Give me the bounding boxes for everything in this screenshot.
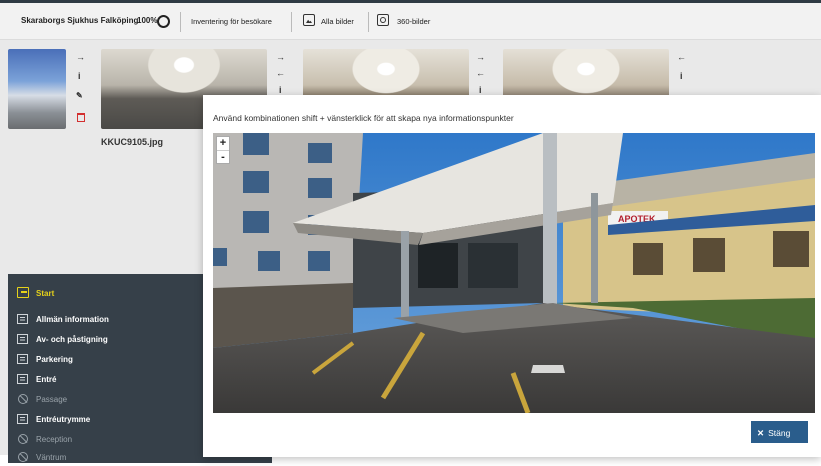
document-icon: [17, 414, 28, 424]
all-images-link[interactable]: Alla bilder: [321, 17, 354, 26]
zoom-control: + -: [216, 136, 230, 164]
sidebar-item-label: Av- och påstigning: [36, 335, 108, 344]
sidebar-item-vantrum[interactable]: Väntrum: [8, 450, 203, 466]
divider: [291, 12, 292, 32]
info-icon[interactable]: i: [479, 85, 482, 95]
arrow-right-icon[interactable]: →: [276, 52, 285, 62]
thumbnail-image[interactable]: [8, 49, 66, 129]
sidebar-item-label: Passage: [36, 395, 68, 404]
divider: [368, 12, 369, 32]
sidebar-item-reception[interactable]: Reception: [8, 432, 203, 448]
arrow-left-icon[interactable]: ←: [276, 68, 285, 78]
sidebar-item-label: Parkering: [36, 355, 73, 364]
sidebar-item-label: Allmän information: [36, 315, 109, 324]
document-icon: [17, 354, 28, 364]
panorama-icon: [377, 14, 389, 26]
zoom-in-button[interactable]: +: [217, 137, 229, 151]
360-images-link[interactable]: 360-bilder: [397, 17, 430, 26]
sidebar-item-start[interactable]: Start: [8, 286, 203, 302]
ban-icon: [18, 452, 28, 462]
thumbnail-filename: KKUC9105.jpg: [101, 137, 164, 147]
close-button[interactable]: ✕ Stäng: [751, 421, 808, 443]
sidebar-item-label: Start: [36, 289, 55, 298]
info-icon[interactable]: i: [279, 85, 282, 95]
sidebar-item-label: Entréutrymme: [36, 415, 91, 424]
circle-icon[interactable]: [157, 15, 170, 28]
info-icon[interactable]: i: [78, 71, 81, 81]
document-icon: [17, 334, 28, 344]
info-point-modal: Använd kombinationen shift + vänsterklic…: [203, 95, 821, 457]
ban-icon: [18, 434, 28, 444]
inventory-link[interactable]: Inventering för besökare: [191, 17, 272, 26]
zoom-out-button[interactable]: -: [217, 151, 229, 164]
sidebar-item-passage[interactable]: Passage: [8, 392, 203, 408]
edit-icon[interactable]: ✎: [76, 91, 83, 100]
image-icon: [303, 14, 315, 26]
arrow-left-icon[interactable]: ←: [677, 52, 686, 62]
sidebar-item-allman-information[interactable]: Allmän information: [8, 312, 203, 328]
arrow-right-icon[interactable]: →: [476, 52, 485, 62]
close-button-label: Stäng: [768, 428, 791, 438]
trash-icon[interactable]: [77, 113, 85, 122]
sidebar-item-label: Väntrum: [36, 453, 67, 462]
top-bar: Skaraborgs Sjukhus Falköping 100% Invent…: [0, 0, 821, 40]
close-icon: ✕: [757, 428, 765, 438]
sidebar-item-entreutrymme[interactable]: Entréutrymme: [8, 412, 203, 428]
info-icon[interactable]: i: [680, 71, 683, 81]
document-icon: [17, 374, 28, 384]
site-title: Skaraborgs Sjukhus Falköping: [21, 16, 139, 25]
sidebar-item-av-och-pastigning[interactable]: Av- och påstigning: [8, 332, 203, 348]
sidebar-item-parkering[interactable]: Parkering: [8, 352, 203, 368]
panorama-image: APOTEK: [213, 133, 815, 413]
zoom-level: 100%: [137, 16, 158, 25]
arrow-right-icon[interactable]: →: [76, 52, 85, 62]
divider: [180, 12, 181, 32]
ban-icon: [18, 394, 28, 404]
document-icon: [17, 314, 28, 324]
arrow-left-icon[interactable]: ←: [476, 68, 485, 78]
sidebar-item-label: Reception: [36, 435, 73, 444]
sidebar-item-entre[interactable]: Entré: [8, 372, 203, 388]
modal-instruction: Använd kombinationen shift + vänsterklic…: [213, 113, 514, 123]
start-icon: [17, 287, 29, 298]
sidebar-item-label: Entré: [36, 375, 57, 384]
panorama-viewer[interactable]: + - APOTEK: [213, 133, 815, 413]
